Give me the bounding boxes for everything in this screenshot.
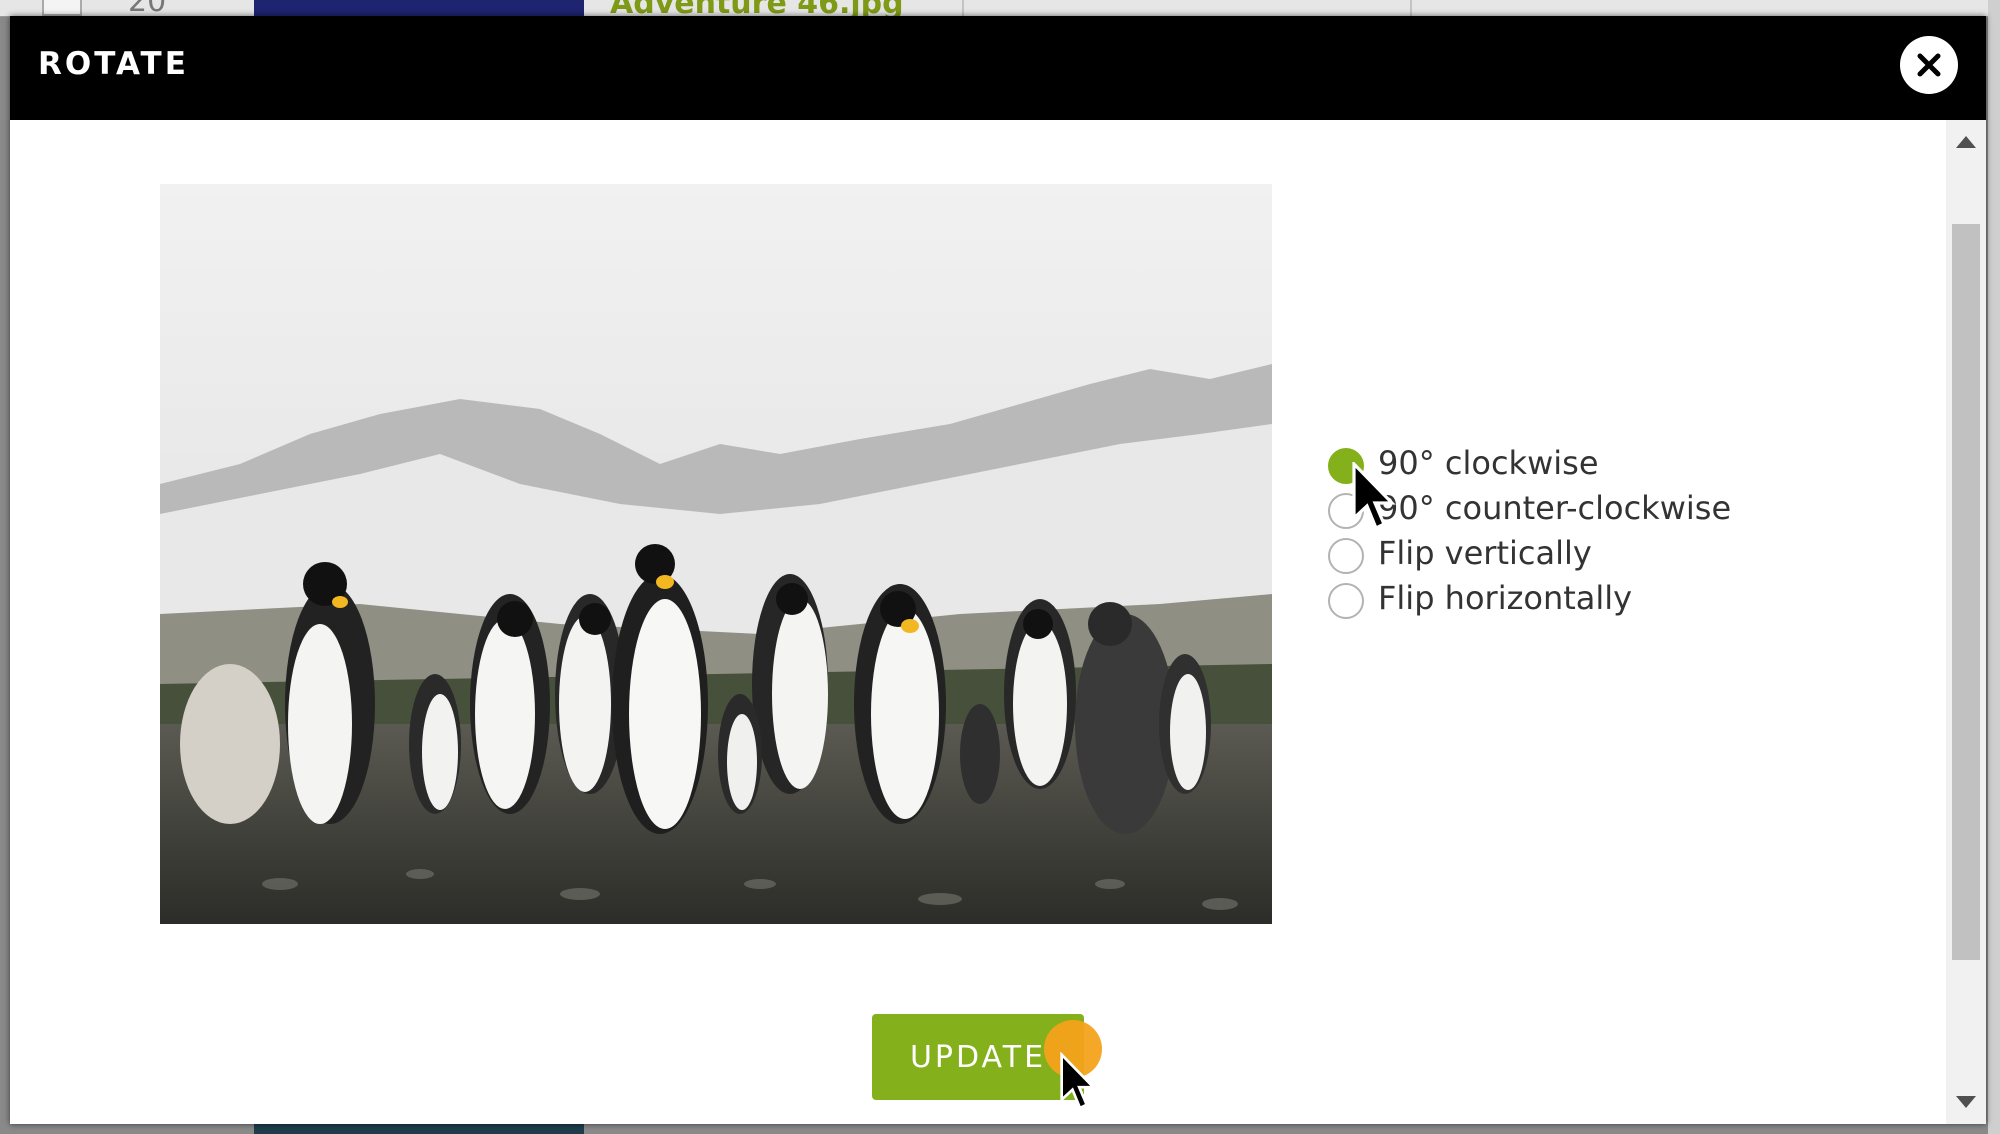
mouse-pointer-icon (1060, 1052, 1097, 1110)
background-column-divider (962, 0, 964, 16)
radio-button[interactable] (1328, 583, 1364, 619)
rotate-option-label: 90° clockwise (1378, 444, 1599, 482)
background-row-checkbox (42, 0, 82, 16)
rotate-option-label: Flip horizontally (1378, 579, 1633, 617)
scroll-down-arrow-icon[interactable] (1956, 1096, 1976, 1108)
image-preview (160, 184, 1272, 924)
dialog-scrollbar[interactable] (1946, 120, 1986, 1124)
background-row-thumbnail (254, 1124, 584, 1134)
rotate-option-label: Flip vertically (1378, 534, 1592, 572)
scroll-up-arrow-icon[interactable] (1956, 136, 1976, 148)
dialog-body: 90° clockwise 90° counter-clockwise Flip v… (10, 120, 1946, 1124)
mouse-pointer-icon (1352, 462, 1396, 531)
close-button[interactable] (1900, 36, 1958, 94)
radio-button[interactable] (1328, 538, 1364, 574)
dialog-title: ROTATE (38, 46, 189, 82)
scrollbar-thumb[interactable] (1952, 224, 1980, 960)
rotate-option-label: 90° counter-clockwise (1378, 489, 1732, 527)
close-icon (1917, 53, 1941, 77)
background-page-edge (1988, 0, 2000, 1134)
background-column-divider (1410, 0, 1412, 16)
dialog-header: ROTATE (10, 16, 1986, 120)
background-table-row: 20 Adventure 46.jpg (0, 0, 2000, 21)
background-row-thumbnail (254, 0, 584, 16)
rotate-dialog: ROTATE 90° clockwise 90° counter-clockwi… (10, 16, 1986, 1124)
